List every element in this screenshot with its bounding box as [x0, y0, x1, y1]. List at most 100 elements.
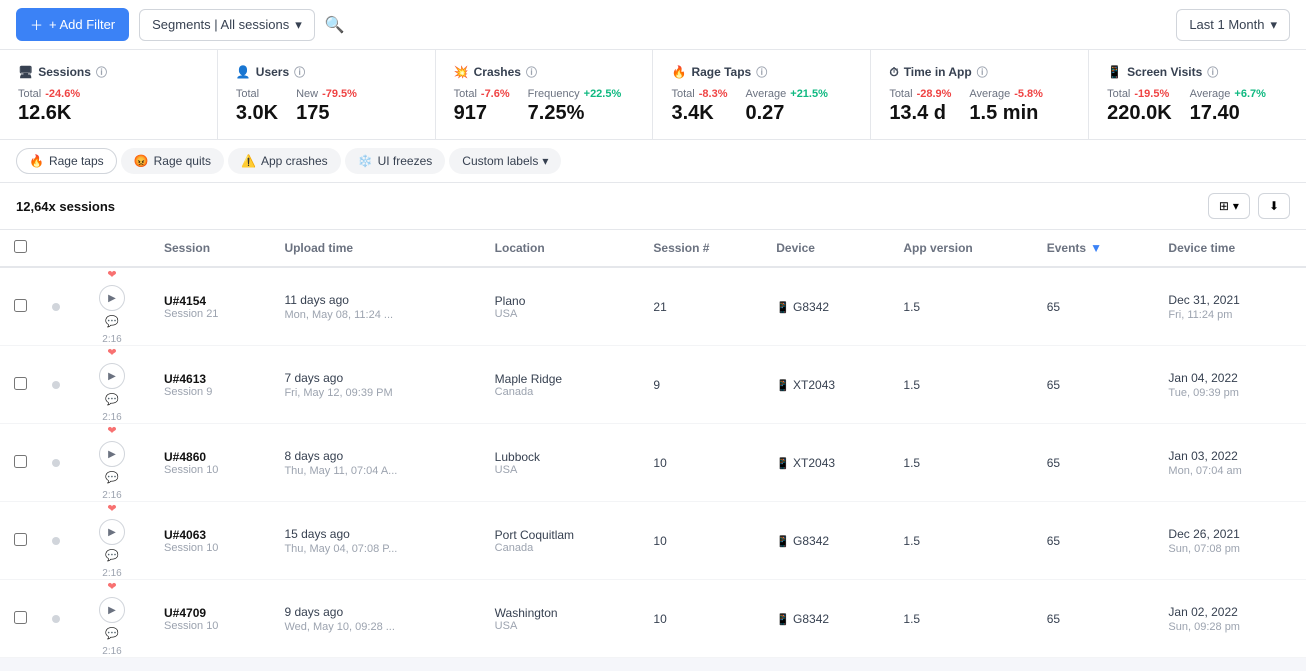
upload-time-main: 11 days ago — [284, 293, 470, 307]
select-all-checkbox[interactable] — [14, 240, 27, 253]
comment-icon[interactable]: 💬 — [105, 549, 119, 562]
row-checkbox[interactable] — [14, 611, 27, 624]
device-time-main: Jan 02, 2022 — [1168, 605, 1294, 619]
row-checkbox[interactable] — [14, 455, 27, 468]
bar-actions: ⊞ ▾ ⬇ — [1208, 193, 1290, 219]
rage-icon[interactable]: ❤ — [107, 424, 116, 437]
columns-icon: ⊞ — [1219, 199, 1229, 213]
metric-group: Total -24.6% 12.6K — [18, 88, 80, 125]
location-city: Lubbock — [495, 450, 630, 464]
export-button[interactable]: ⬇ — [1258, 193, 1290, 219]
metric-icon: 👤 — [236, 65, 251, 79]
chevron-down-icon: ▾ — [542, 154, 548, 168]
metric-label: Total -7.6% — [454, 88, 510, 100]
row-checkbox[interactable] — [14, 377, 27, 390]
play-button[interactable]: ▶ — [99, 285, 125, 311]
row-session-id-cell: U#4154 Session 21 — [152, 267, 272, 346]
device-icon: 📱 — [776, 380, 793, 392]
events-count: 65 — [1047, 534, 1060, 548]
row-device-time-cell: Jan 03, 2022 Mon, 07:04 am — [1156, 424, 1306, 502]
play-button[interactable]: ▶ — [99, 519, 125, 545]
filter-tab-app-crashes[interactable]: ⚠️App crashes — [228, 148, 341, 174]
device-time-main: Dec 26, 2021 — [1168, 527, 1294, 541]
sessions-table: Session Upload time Location Session # D… — [0, 230, 1306, 658]
row-actions-cell: ❤ ▶ 💬 2:16 — [72, 580, 152, 658]
metric-pct: -19.5% — [1134, 88, 1169, 100]
row-device-time-cell: Jan 04, 2022 Tue, 09:39 pm — [1156, 346, 1306, 424]
comment-icon[interactable]: 💬 — [105, 393, 119, 406]
rage-icon[interactable]: ❤ — [107, 580, 116, 593]
row-upload-time-cell: 8 days ago Thu, May 11, 07:04 A... — [272, 424, 482, 502]
row-session-hash-cell: 10 — [641, 580, 764, 658]
sessions-count: 12,64x sessions — [16, 199, 115, 214]
comment-icon[interactable]: 💬 — [105, 471, 119, 484]
upload-time-sub: Wed, May 10, 09:28 ... — [284, 621, 470, 633]
row-upload-time-cell: 15 days ago Thu, May 04, 07:08 P... — [272, 502, 482, 580]
play-button[interactable]: ▶ — [99, 441, 125, 467]
columns-button[interactable]: ⊞ ▾ — [1208, 193, 1250, 219]
comment-icon[interactable]: 💬 — [105, 627, 119, 640]
row-session-hash-cell: 10 — [641, 502, 764, 580]
last-month-label: Last 1 Month — [1189, 17, 1264, 32]
plus-icon: ＋ — [30, 15, 43, 34]
tab-icon: 🔥 — [29, 154, 44, 168]
row-actions-cell: ❤ ▶ 💬 2:16 — [72, 267, 152, 346]
search-button[interactable]: 🔍 — [325, 15, 345, 35]
filter-tab-rage-taps[interactable]: 🔥Rage taps — [16, 148, 117, 174]
session-num: Session 21 — [164, 308, 260, 320]
row-location-cell: Maple Ridge Canada — [483, 346, 642, 424]
last-month-button[interactable]: Last 1 Month ▾ — [1176, 9, 1290, 41]
header-dot — [40, 230, 72, 267]
session-num: Session 10 — [164, 620, 260, 632]
top-bar: ＋ + Add Filter Segments | All sessions ▾… — [0, 0, 1306, 50]
rage-icon[interactable]: ❤ — [107, 346, 116, 359]
metric-label: Frequency +22.5% — [528, 88, 622, 100]
table-row: ❤ ▶ 💬 2:16 U#4709 Session 10 9 days ago … — [0, 580, 1306, 658]
row-location-cell: Lubbock USA — [483, 424, 642, 502]
filter-tab-rage-quits[interactable]: 😡Rage quits — [121, 148, 224, 174]
device-name: G8342 — [793, 612, 829, 626]
chevron-down-icon: ▾ — [295, 17, 302, 33]
segments-button[interactable]: Segments | All sessions ▾ — [139, 9, 315, 41]
play-button[interactable]: ▶ — [99, 363, 125, 389]
row-dot-cell — [40, 346, 72, 424]
upload-time-sub: Mon, May 08, 11:24 ... — [284, 309, 470, 321]
play-button[interactable]: ▶ — [99, 597, 125, 623]
header-app-version: App version — [891, 230, 1034, 267]
row-session-hash-cell: 10 — [641, 424, 764, 502]
row-dot-cell — [40, 267, 72, 346]
custom-labels-button[interactable]: Custom labels▾ — [449, 148, 561, 174]
metric-group: Average +21.5% 0.27 — [745, 88, 827, 125]
session-actions: ❤ ▶ 💬 2:16 — [84, 268, 140, 345]
rage-icon[interactable]: ❤ — [107, 502, 116, 515]
session-hash: 10 — [653, 456, 666, 470]
row-checkbox[interactable] — [14, 533, 27, 546]
filter-tab-ui-freezes[interactable]: ❄️UI freezes — [345, 148, 446, 174]
row-app-version-cell: 1.5 — [891, 502, 1034, 580]
row-device-cell: 📱 XT2043 — [764, 424, 891, 502]
row-events-cell: 65 — [1035, 267, 1157, 346]
metric-icon: ⏱ — [889, 65, 898, 80]
row-device-time-cell: Dec 26, 2021 Sun, 07:08 pm — [1156, 502, 1306, 580]
device-time-sub: Mon, 07:04 am — [1168, 465, 1294, 477]
header-session: Session — [152, 230, 272, 267]
metric-card-sessions: 🖥 Sessions ⓘ Total -24.6% 12.6K — [0, 50, 218, 139]
session-actions: ❤ ▶ 💬 2:16 — [84, 424, 140, 501]
metric-title: 💥 Crashes ⓘ — [454, 64, 635, 80]
row-actions-cell: ❤ ▶ 💬 2:16 — [72, 346, 152, 424]
row-checkbox[interactable] — [14, 299, 27, 312]
header-events[interactable]: Events ▼ — [1035, 230, 1157, 267]
app-version: 1.5 — [903, 534, 920, 548]
add-filter-button[interactable]: ＋ + Add Filter — [16, 8, 129, 41]
rage-icon[interactable]: ❤ — [107, 268, 116, 281]
metric-card-crashes: 💥 Crashes ⓘ Total -7.6% 917 Frequency +2… — [436, 50, 654, 139]
metric-value: 13.4 d — [889, 102, 951, 125]
metric-value: 7.25% — [528, 102, 622, 125]
row-checkbox-cell — [0, 346, 40, 424]
comment-icon[interactable]: 💬 — [105, 315, 119, 328]
info-icon: ⓘ — [96, 64, 107, 80]
location-country: USA — [495, 620, 630, 632]
header-select-all[interactable] — [0, 230, 40, 267]
row-upload-time-cell: 11 days ago Mon, May 08, 11:24 ... — [272, 267, 482, 346]
segments-label: Segments | All sessions — [152, 17, 289, 32]
